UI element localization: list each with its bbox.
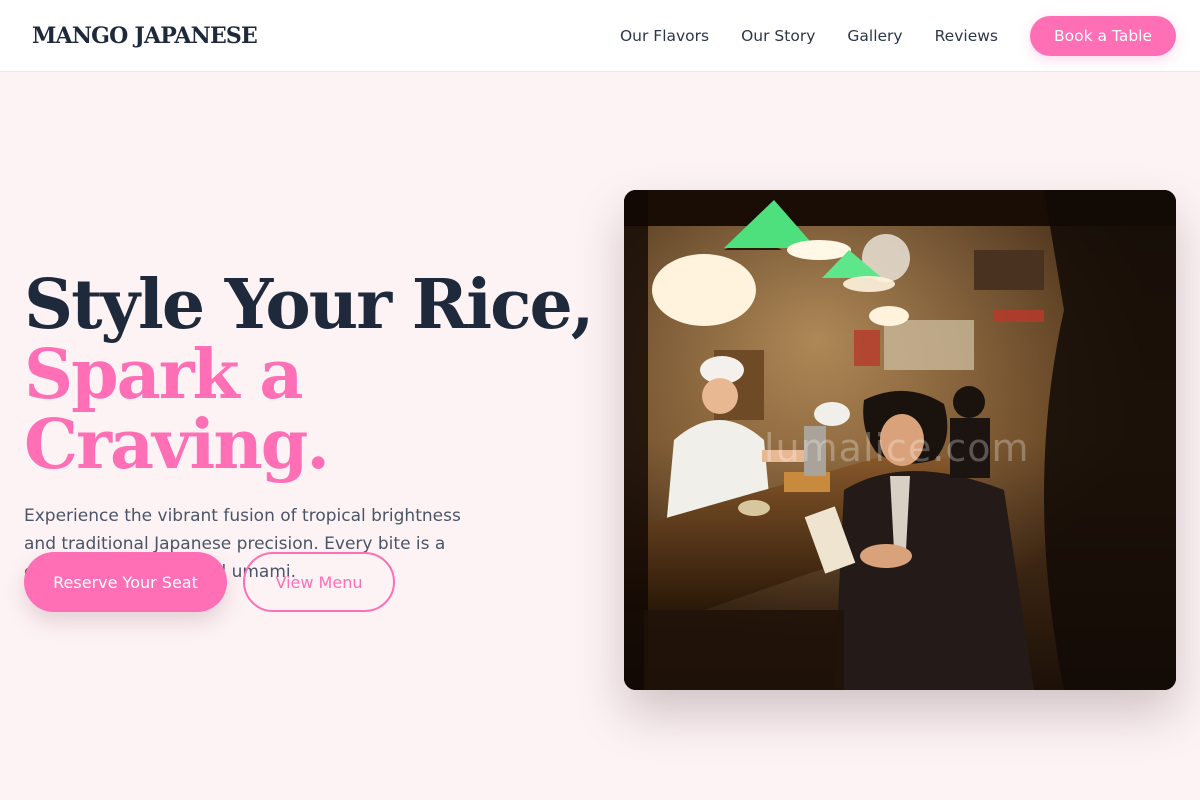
hero-headline: Style Your Rice, Spark a Craving. (24, 270, 604, 480)
view-menu-button[interactable]: View Menu (243, 552, 395, 612)
reserve-seat-button[interactable]: Reserve Your Seat (24, 552, 227, 612)
brand-logo[interactable]: MANGO JAPANESE (32, 23, 258, 49)
hero-restaurant-photo: lumalice.com (624, 190, 1176, 690)
hero-cta-row: Reserve Your Seat View Menu (24, 552, 395, 612)
nav-link-our-story[interactable]: Our Story (741, 27, 815, 45)
site-header: MANGO JAPANESE Our Flavors Our Story Gal… (0, 0, 1200, 72)
nav-link-our-flavors[interactable]: Our Flavors (620, 27, 709, 45)
image-watermark: lumalice.com (764, 426, 1030, 470)
hero-text: Style Your Rice, Spark a Craving. Experi… (24, 270, 604, 586)
hero-headline-line1: Style Your Rice, (24, 265, 594, 345)
nav-link-reviews[interactable]: Reviews (935, 27, 998, 45)
book-a-table-button[interactable]: Book a Table (1030, 15, 1176, 56)
main-nav: Our Flavors Our Story Gallery Reviews Bo… (620, 15, 1176, 56)
nav-link-gallery[interactable]: Gallery (847, 27, 902, 45)
hero-headline-line2: Spark a Craving. (24, 335, 330, 485)
